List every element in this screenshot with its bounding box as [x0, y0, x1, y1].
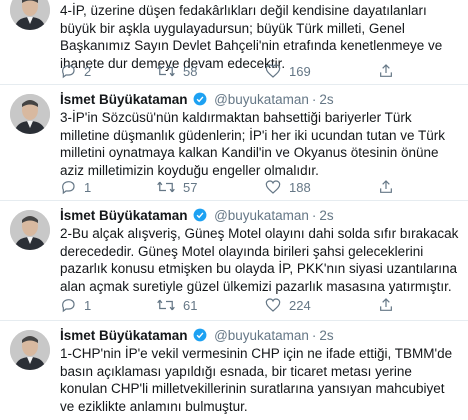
- reply-icon: [62, 65, 75, 79]
- reply-count: 1: [84, 179, 92, 195]
- user-handle[interactable]: @buyukataman: [214, 328, 309, 343]
- tweet-actions: 2 58 169: [60, 62, 450, 80]
- retweet-icon: [157, 65, 175, 77]
- share-button[interactable]: [378, 178, 394, 196]
- user-name[interactable]: İsmet Büyükataman: [60, 208, 188, 223]
- retweet-count: 57: [183, 179, 198, 195]
- reply-icon: [62, 181, 75, 195]
- tweet[interactable]: 4-İP, üzerine düşen fedakârlıkları değil…: [0, 0, 468, 85]
- tweet[interactable]: İsmet Büyükataman @buyukataman · 2s 3-İP'i…: [0, 85, 468, 201]
- separator-dot: ·: [311, 328, 317, 343]
- user-handle[interactable]: @buyukataman: [214, 208, 309, 223]
- share-button[interactable]: [378, 296, 394, 314]
- user-name[interactable]: İsmet Büyükataman: [60, 328, 188, 343]
- like-count: 169: [289, 63, 311, 79]
- reply-count: 2: [84, 63, 92, 79]
- like-count: 224: [289, 297, 311, 313]
- share-button[interactable]: [378, 62, 394, 80]
- verified-badge-icon: [193, 328, 207, 342]
- like-button[interactable]: 169: [265, 62, 311, 80]
- reply-count: 1: [84, 297, 92, 313]
- like-button[interactable]: 188: [265, 178, 311, 196]
- tweet-timeline: 4-İP, üzerine düşen fedakârlıkları değil…: [0, 0, 468, 420]
- timestamp[interactable]: 2s: [319, 208, 333, 223]
- share-icon: [380, 298, 392, 311]
- tweet-header: İsmet Büyükataman @buyukataman · 2s: [60, 328, 334, 344]
- reply-button[interactable]: 2: [60, 62, 91, 80]
- retweet-button[interactable]: 58: [157, 62, 197, 80]
- separator-dot: ·: [311, 92, 317, 107]
- tweet[interactable]: İsmet Büyükataman @buyukataman · 2s 1-CHP'…: [0, 321, 468, 420]
- verified-badge-icon: [193, 92, 207, 106]
- verified-badge-icon: [193, 208, 207, 222]
- retweet-icon: [157, 299, 175, 311]
- timestamp[interactable]: 2s: [319, 92, 333, 107]
- heart-icon: [265, 298, 281, 312]
- share-icon: [380, 64, 392, 77]
- user-handle[interactable]: @buyukataman: [214, 92, 309, 107]
- retweet-icon: [157, 181, 175, 193]
- tweet-actions: 1 57 188: [60, 178, 450, 196]
- share-icon: [380, 180, 392, 193]
- retweet-button[interactable]: 57: [157, 178, 197, 196]
- avatar[interactable]: [10, 94, 50, 134]
- retweet-button[interactable]: 61: [157, 296, 197, 314]
- retweet-count: 61: [183, 297, 198, 313]
- timestamp[interactable]: 2s: [319, 328, 333, 343]
- avatar[interactable]: [10, 210, 50, 250]
- like-button[interactable]: 224: [265, 296, 311, 314]
- reply-icon: [62, 299, 75, 313]
- avatar[interactable]: [10, 0, 50, 30]
- tweet[interactable]: İsmet Büyükataman @buyukataman · 2s 2-Bu a…: [0, 201, 468, 321]
- like-count: 188: [289, 179, 311, 195]
- tweet-actions: 1 61 224: [60, 296, 450, 314]
- avatar[interactable]: [10, 330, 50, 370]
- separator-dot: ·: [311, 208, 317, 223]
- reply-button[interactable]: 1: [60, 296, 91, 314]
- tweet-text: 1-CHP'nin İP'e vekil vermesinin CHP için…: [60, 346, 453, 414]
- tweet-header: İsmet Büyükataman @buyukataman · 2s: [60, 92, 334, 108]
- tweet-header: İsmet Büyükataman @buyukataman · 2s: [60, 208, 334, 224]
- reply-button[interactable]: 1: [60, 178, 91, 196]
- retweet-count: 58: [183, 63, 198, 79]
- heart-icon: [265, 64, 281, 78]
- heart-icon: [265, 180, 281, 194]
- tweet-text: 2-Bu alçak alışveriş, Güneş Motel olayın…: [60, 226, 459, 294]
- tweet-text: 3-İP'in Sözcüsü'nün kaldırmaktan bahsett…: [60, 110, 446, 178]
- user-name[interactable]: İsmet Büyükataman: [60, 92, 188, 107]
